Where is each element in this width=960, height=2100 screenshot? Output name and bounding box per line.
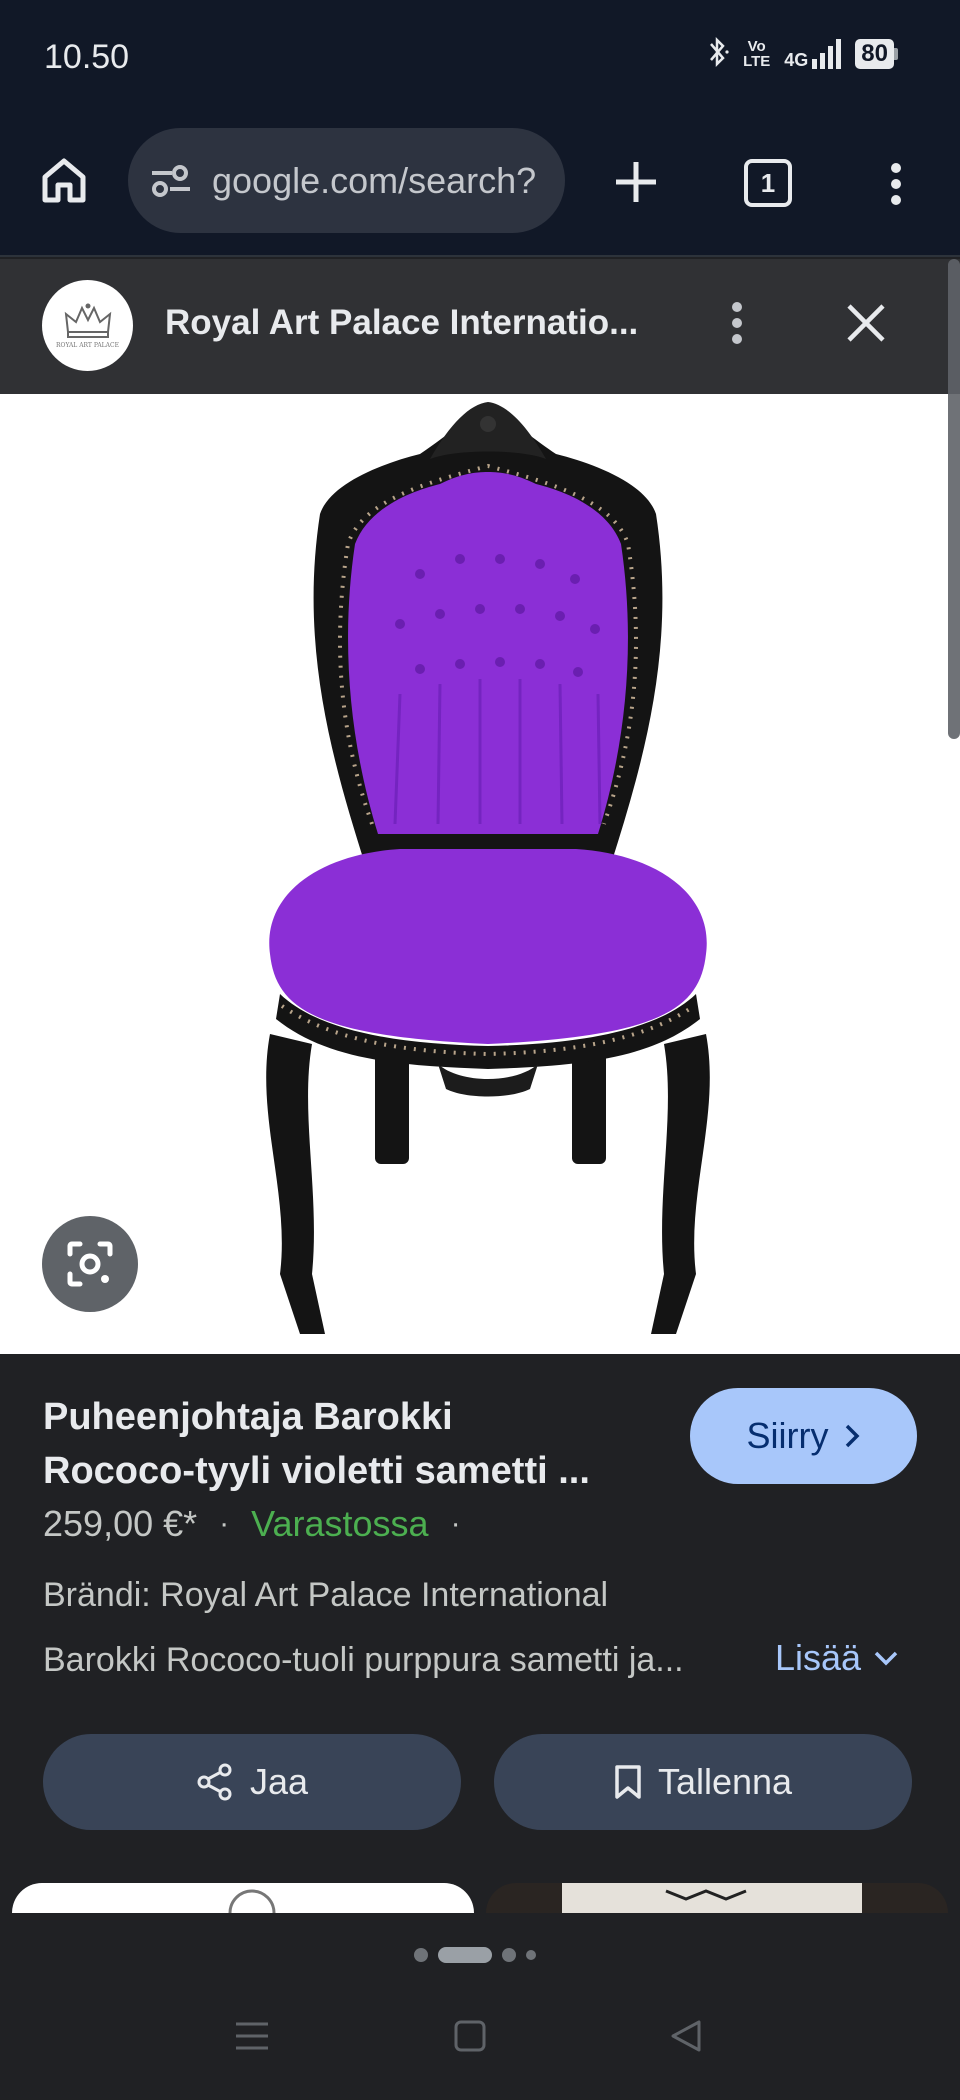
square-icon [454,2020,486,2052]
price-row: 259,00 €* · Varastossa · [43,1503,461,1545]
more-vert-icon [891,163,901,205]
pager-dot [526,1950,536,1960]
system-nav-bar [0,1972,960,2100]
save-button[interactable]: Tallenna [494,1734,912,1830]
close-button[interactable] [836,293,896,353]
system-home-button[interactable] [446,2012,494,2060]
share-icon [197,1763,232,1801]
google-lens-icon [67,1241,113,1287]
save-button-label: Tallenna [657,1761,793,1802]
source-header: ROYAL ART PALACE Royal Art Palace Intern… [0,259,960,394]
status-time: 10.50 [44,38,130,76]
separator-dot: · [219,1507,230,1540]
site-settings-icon[interactable] [150,164,192,198]
carousel-indicator [414,1947,536,1963]
related-image-card[interactable] [12,1883,474,1913]
scrollbar[interactable] [948,259,960,739]
battery-level: 80 [855,39,894,69]
product-description: Barokki Rococo-tuoli purppura sametti ja… [43,1641,684,1679]
crown-icon [64,303,111,338]
volte-indicator: Vo LTE [743,38,771,70]
tab-switcher-button[interactable]: 1 [744,159,792,207]
related-image-card[interactable] [486,1883,948,1913]
more-vert-icon [732,302,742,344]
related-image-thumbnail [562,1883,862,1913]
product-image[interactable] [0,394,960,1354]
menu-icon [236,2022,268,2050]
visit-button-label: Siirry [746,1415,829,1456]
pager-dot-active [438,1947,492,1963]
back-button[interactable] [662,2012,710,2060]
pager-dot [414,1948,428,1962]
address-bar[interactable]: google.com/search? [128,128,565,233]
source-logo-caption: ROYAL ART PALACE [56,342,119,349]
back-triangle-icon [671,2020,701,2052]
separator-dot: · [450,1507,461,1540]
chevron-down-icon [874,1651,898,1666]
status-bar: 10.50 Vo LTE 4G 80 [0,0,960,120]
battery-icon: 80 [855,39,898,69]
recents-button[interactable] [228,2012,276,2060]
chair-image [266,402,710,1334]
source-title[interactable]: Royal Art Palace Internatio... [165,303,638,343]
share-button-label: Jaa [249,1761,309,1802]
home-button[interactable] [36,152,92,208]
share-button[interactable]: Jaa [43,1734,461,1830]
cellular-signal-icon: 4G [784,39,842,70]
chevron-right-icon [846,1424,860,1448]
url-text: google.com/search? [212,159,537,201]
bookmark-icon [615,1765,641,1799]
product-info-panel: Puheenjohtaja Barokki Rococo-tyyli viole… [0,1354,960,1914]
close-icon [847,304,885,342]
bluetooth-icon [705,36,729,72]
more-button-label: Lisää [775,1637,862,1678]
lens-button[interactable] [42,1216,138,1312]
home-icon [42,158,86,203]
browser-menu-button[interactable] [876,154,916,214]
new-tab-button[interactable] [606,152,666,212]
source-more-button[interactable] [717,293,757,353]
network-type: 4G [784,50,809,70]
product-title[interactable]: Puheenjohtaja Barokki Rococo-tyyli viole… [43,1390,663,1498]
stock-status: Varastossa [251,1503,429,1544]
pager-dot [502,1948,516,1962]
product-title-line-2: Rococo-tyyli violetti sametti ... [43,1450,590,1492]
browser-toolbar: google.com/search? 1 [0,120,960,257]
product-title-line-1: Puheenjohtaja Barokki [43,1396,453,1438]
related-image-thumbnail [228,1889,276,1913]
more-button[interactable]: Lisää [775,1637,899,1679]
source-logo[interactable]: ROYAL ART PALACE [42,280,133,371]
visit-button[interactable]: Siirry [690,1388,917,1484]
status-icons: Vo LTE 4G 80 [705,36,898,72]
plus-icon [616,162,656,202]
product-brand: Brändi: Royal Art Palace International [43,1576,609,1614]
product-price: 259,00 €* [43,1503,198,1544]
